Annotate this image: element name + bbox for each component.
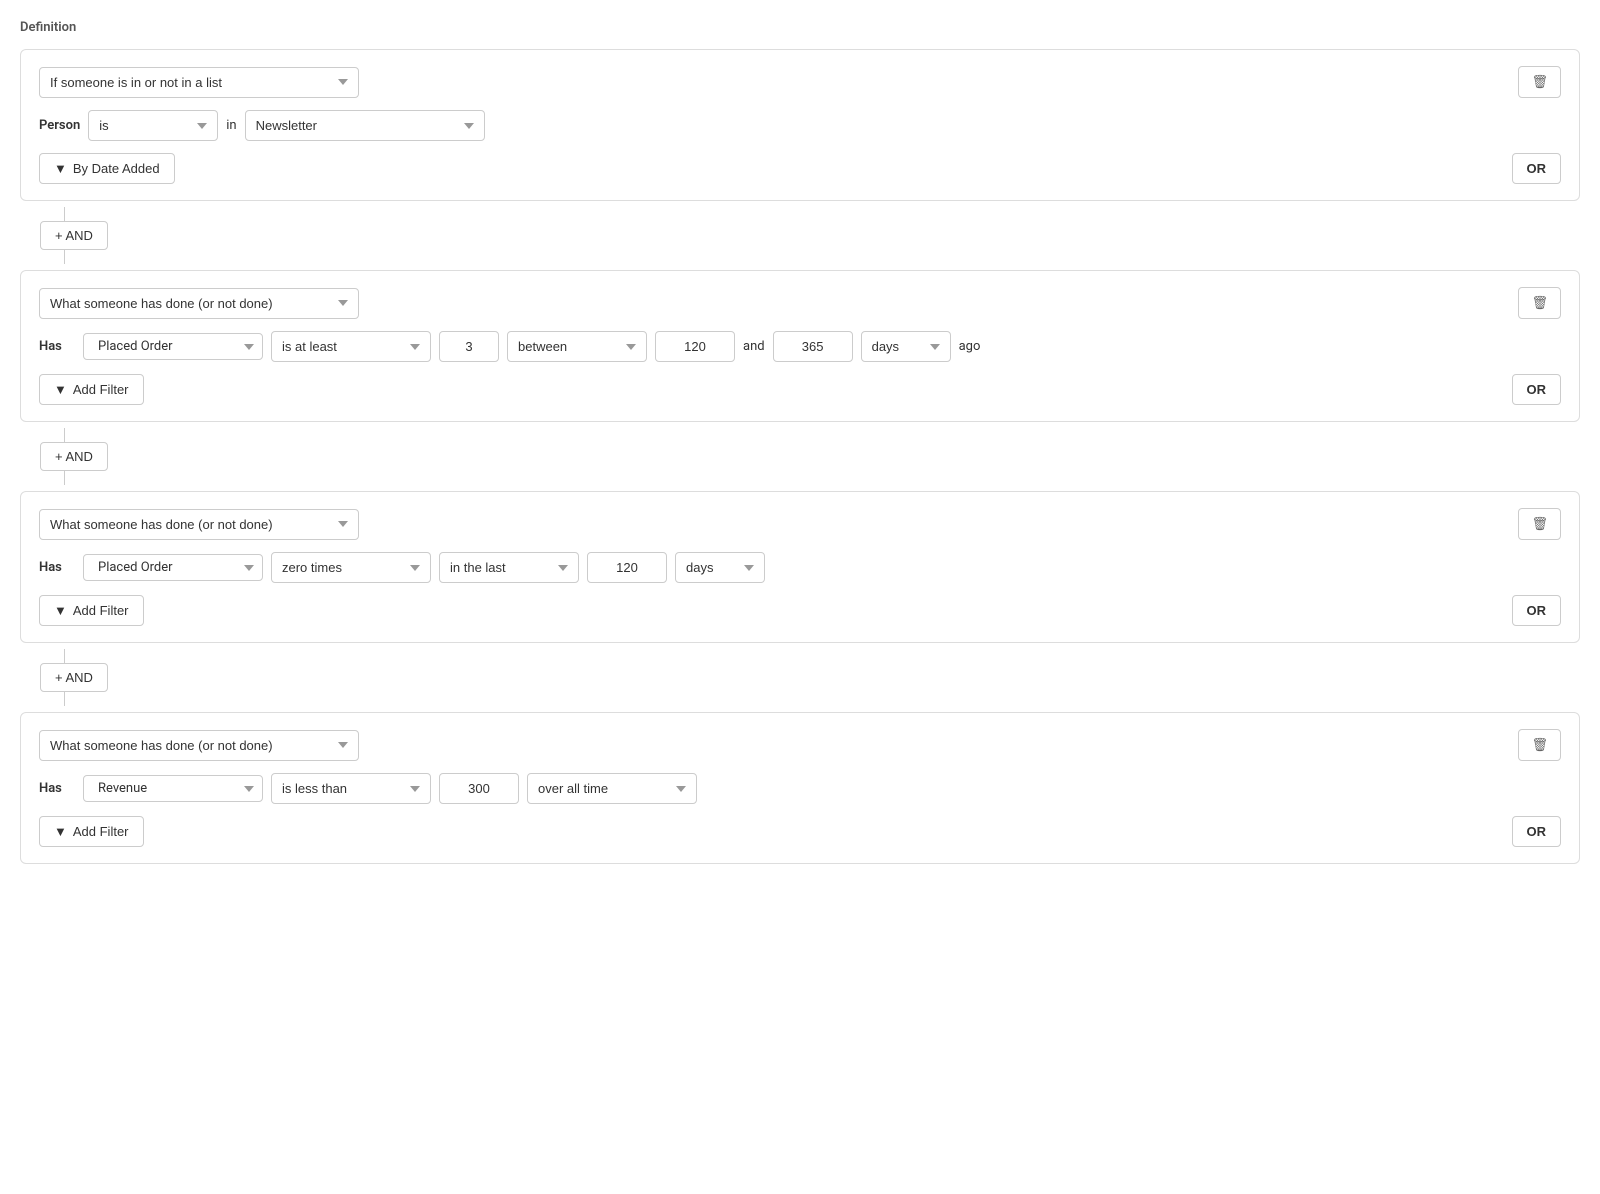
block2-time-type-select[interactable]: between: [507, 331, 647, 362]
block2-to-input[interactable]: [773, 331, 853, 362]
block3-delete-button[interactable]: 🗑: [1518, 508, 1561, 540]
has-label-4: Has: [39, 781, 75, 796]
block4-delete-button[interactable]: 🗑: [1518, 729, 1561, 761]
and-text-2: and: [743, 339, 765, 354]
block3-time-type-select[interactable]: in the last: [439, 552, 579, 583]
has-label-2: Has: [39, 339, 75, 354]
ago-text: ago: [959, 339, 981, 354]
trash-icon-4: 🗑: [1531, 737, 1548, 752]
filter-icon-4: ▼: [54, 824, 67, 839]
and-button-3[interactable]: + AND: [40, 663, 108, 692]
block4-over-select[interactable]: over all time: [527, 773, 697, 804]
and-section-2: + AND: [40, 428, 1580, 485]
block2-or-button[interactable]: OR: [1512, 374, 1562, 405]
block1-person-is-select[interactable]: is: [88, 110, 218, 141]
block3-or-button[interactable]: OR: [1512, 595, 1562, 626]
block3-main-select[interactable]: What someone has done (or not done): [39, 509, 359, 540]
trash-icon-3: 🗑: [1531, 516, 1548, 531]
block2-condition-select[interactable]: is at least: [271, 331, 431, 362]
block1-newsletter-select[interactable]: Newsletter: [245, 110, 485, 141]
block4-revenue-select[interactable]: Revenue: [83, 775, 263, 802]
page-title: Definition: [20, 20, 1580, 35]
block2-days-select[interactable]: days: [861, 331, 951, 362]
condition-block-4: What someone has done (or not done) 🗑 Ha…: [20, 712, 1580, 864]
block1-main-select[interactable]: If someone is in or not in a list: [39, 67, 359, 98]
block1-or-button[interactable]: OR: [1512, 153, 1562, 184]
in-text: in: [226, 118, 236, 133]
trash-icon: 🗑: [1531, 295, 1548, 310]
person-label: Person: [39, 118, 80, 133]
block1-delete-button[interactable]: 🗑: [1518, 66, 1561, 98]
block4-condition-select[interactable]: is less than: [271, 773, 431, 804]
and-section-1: + AND: [40, 207, 1580, 264]
block3-placed-order-label: Placed Order: [98, 560, 173, 575]
and-button-2[interactable]: + AND: [40, 442, 108, 471]
block2-filter-button[interactable]: ▼ Add Filter: [39, 374, 144, 405]
filter-icon: ▼: [54, 161, 67, 176]
trash-icon: 🗑: [1531, 74, 1548, 89]
block3-placed-order-select[interactable]: Placed Order: [83, 554, 263, 581]
and-section-3: + AND: [40, 649, 1580, 706]
block2-from-input[interactable]: [655, 331, 735, 362]
filter-icon-2: ▼: [54, 382, 67, 397]
block2-main-select[interactable]: What someone has done (or not done): [39, 288, 359, 319]
block2-count-input[interactable]: [439, 331, 499, 362]
block2-placed-order-label: Placed Order: [98, 339, 173, 354]
condition-block-3: What someone has done (or not done) 🗑 Ha…: [20, 491, 1580, 643]
filter-icon-3: ▼: [54, 603, 67, 618]
has-label-3: Has: [39, 560, 75, 575]
block3-days-select[interactable]: days: [675, 552, 765, 583]
block4-amount-input[interactable]: [439, 773, 519, 804]
condition-block-2: What someone has done (or not done) 🗑 Ha…: [20, 270, 1580, 422]
block4-revenue-label: Revenue: [98, 781, 147, 796]
block1-filter-button[interactable]: ▼ By Date Added: [39, 153, 175, 184]
block4-filter-button[interactable]: ▼ Add Filter: [39, 816, 144, 847]
block2-delete-button[interactable]: 🗑: [1518, 287, 1561, 319]
block3-filter-button[interactable]: ▼ Add Filter: [39, 595, 144, 626]
block3-days-input[interactable]: [587, 552, 667, 583]
block4-or-button[interactable]: OR: [1512, 816, 1562, 847]
condition-block-1: If someone is in or not in a list 🗑 Pers…: [20, 49, 1580, 201]
and-button-1[interactable]: + AND: [40, 221, 108, 250]
block2-placed-order-select[interactable]: Placed Order: [83, 333, 263, 360]
block3-condition-select[interactable]: zero times: [271, 552, 431, 583]
block4-main-select[interactable]: What someone has done (or not done): [39, 730, 359, 761]
